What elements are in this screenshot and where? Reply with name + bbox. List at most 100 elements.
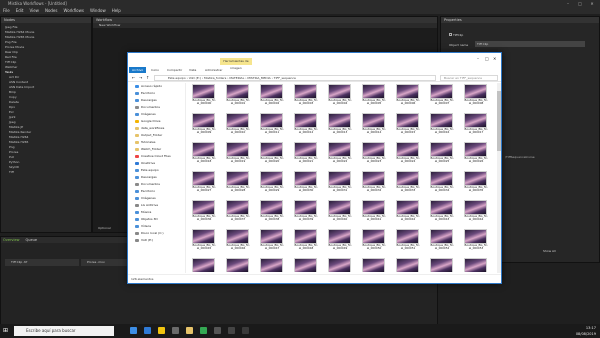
- menu-item-window[interactable]: Window: [90, 7, 106, 14]
- menu-item-help[interactable]: Help: [112, 7, 121, 14]
- file-thumbnail[interactable]: Boutique_BG_fin al_000021: [290, 142, 322, 168]
- file-thumbnail[interactable]: Boutique_BG_fin al_000044: [460, 200, 492, 226]
- app-icon[interactable]: [214, 327, 221, 334]
- file-thumbnail[interactable]: Boutique_BG_fin al_000041: [358, 200, 390, 226]
- nav-item[interactable]: Acceso rápido: [128, 83, 185, 90]
- forward-arrow-icon[interactable]: →: [139, 75, 142, 80]
- clock[interactable]: 13:17 08/08/2019: [566, 325, 596, 337]
- ribbon-tab-inicio[interactable]: Inicio: [148, 67, 162, 73]
- store-icon[interactable]: [172, 327, 179, 334]
- file-thumbnail[interactable]: Boutique_BG_fin al_000038: [256, 200, 288, 226]
- file-thumbnail[interactable]: Boutique_BG_fin al_000046: [222, 229, 254, 255]
- nav-item[interactable]: Google Drive: [128, 118, 185, 125]
- nav-item[interactable]: Watch_Folder: [128, 146, 185, 153]
- ribbon-tab-compartir[interactable]: Compartir: [164, 67, 185, 73]
- file-thumbnail[interactable]: Boutique_BG_final_000056: [256, 258, 288, 272]
- explorer-search-input[interactable]: Buscar en TIFF_sequence: [440, 75, 498, 81]
- file-thumbnail[interactable]: Boutique_BG_fin al_000000: [188, 84, 220, 110]
- file-thumbnail[interactable]: Boutique_BG_fin al_000027: [188, 171, 220, 197]
- nav-item[interactable]: LG AirDrive: [128, 202, 185, 209]
- back-arrow-icon[interactable]: ←: [132, 75, 135, 80]
- tiffclip-checkbox[interactable]: TiffClip: [449, 33, 463, 37]
- nav-item[interactable]: Imágenes: [128, 195, 185, 202]
- file-thumbnail[interactable]: Boutique_BG_fin al_000007: [426, 84, 458, 110]
- file-thumbnail[interactable]: Boutique_BG_fin al_000043: [426, 200, 458, 226]
- file-thumbnail[interactable]: Boutique_BG_final_000062: [460, 258, 492, 272]
- explorer-minimize-icon[interactable]: –: [477, 56, 479, 61]
- file-thumbnail[interactable]: Boutique_BG_fin al_000018: [188, 142, 220, 168]
- maximize-icon[interactable]: □: [575, 0, 585, 7]
- file-thumbnail[interactable]: Boutique_BG_fin al_000051: [392, 229, 424, 255]
- minimize-icon[interactable]: –: [563, 0, 573, 7]
- file-thumbnail[interactable]: Boutique_BG_final_000061: [426, 258, 458, 272]
- file-thumbnail[interactable]: Boutique_BG_fin al_000015: [392, 113, 424, 139]
- file-thumbnail[interactable]: Boutique_BG_fin al_000028: [222, 171, 254, 197]
- file-thumbnail[interactable]: Boutique_BG_fin al_000004: [324, 84, 356, 110]
- folder-icon[interactable]: [158, 327, 165, 334]
- explorer-taskbar-icon[interactable]: [186, 327, 193, 334]
- file-thumbnail[interactable]: Boutique_BG_fin al_000040: [324, 200, 356, 226]
- nav-item[interactable]: OneDrive: [128, 160, 185, 167]
- close-icon[interactable]: ✕: [587, 0, 597, 7]
- nav-item[interactable]: Imágenes: [128, 111, 185, 118]
- file-thumbnail[interactable]: Boutique_BG_fin al_000049: [324, 229, 356, 255]
- file-thumbnail[interactable]: Boutique_BG_fin al_000020: [256, 142, 288, 168]
- menu-item-view[interactable]: View: [29, 7, 39, 14]
- nav-item[interactable]: Música: [128, 209, 185, 216]
- menu-item-edit[interactable]: Edit: [16, 7, 24, 14]
- nav-item[interactable]: Creative Cloud Files: [128, 153, 185, 160]
- file-thumbnail[interactable]: Boutique_BG_fin al_000013: [324, 113, 356, 139]
- file-thumbnail[interactable]: Boutique_BG_fin al_000033: [392, 171, 424, 197]
- file-thumbnail[interactable]: Boutique_BG_fin al_000012: [290, 113, 322, 139]
- nav-item[interactable]: Descargas: [128, 97, 185, 104]
- menu-item-workflows[interactable]: Workflows: [63, 7, 83, 14]
- chrome-icon[interactable]: [200, 327, 207, 334]
- file-thumbnail[interactable]: Boutique_BG_fin al_000042: [392, 200, 424, 226]
- file-thumbnail[interactable]: Boutique_BG_fin al_000022: [324, 142, 356, 168]
- file-thumbnail[interactable]: Boutique_BG_fin al_000052: [426, 229, 458, 255]
- node-tiff-clip[interactable]: Tiff Clip .tif: [5, 259, 79, 266]
- nav-item[interactable]: Tutoriales: [128, 139, 185, 146]
- file-thumbnail[interactable]: Boutique_BG_fin al_000017: [460, 113, 492, 139]
- tab-overview[interactable]: Overview: [3, 237, 19, 243]
- nav-item[interactable]: Escritorio: [128, 90, 185, 97]
- file-thumbnail[interactable]: Boutique_BG_fin al_000016: [426, 113, 458, 139]
- nav-item[interactable]: Output_Folder: [128, 132, 185, 139]
- workflow-subtab[interactable]: New Workflow: [93, 23, 437, 28]
- nav-item[interactable]: Objetos 3D: [128, 216, 185, 223]
- node-prores[interactable]: Prores .mov: [81, 259, 131, 266]
- file-thumbnail[interactable]: Boutique_BG_fin al_000019: [222, 142, 254, 168]
- file-thumbnail[interactable]: Boutique_BG_final_000058: [324, 258, 356, 272]
- up-arrow-icon[interactable]: ↑: [146, 75, 149, 80]
- file-thumbnail[interactable]: Boutique_BG_fin al_000035: [460, 171, 492, 197]
- task-view-icon[interactable]: [130, 327, 137, 334]
- file-thumbnail[interactable]: Boutique_BG_fin al_000006: [392, 84, 424, 110]
- file-thumbnail[interactable]: Boutique_BG_fin al_000014: [358, 113, 390, 139]
- file-thumbnail[interactable]: Boutique_BG_fin al_000024: [392, 142, 424, 168]
- file-thumbnail[interactable]: Boutique_BG_fin al_000023: [358, 142, 390, 168]
- vertical-scrollbar[interactable]: [497, 83, 501, 273]
- menu-item-nodes[interactable]: Nodes: [45, 7, 58, 14]
- file-thumbnail[interactable]: Boutique_BG_fin al_000034: [426, 171, 458, 197]
- address-bar[interactable]: Este equipo › VoD (E:) › Mistika_folders…: [154, 75, 436, 81]
- mistika-icon[interactable]: [228, 327, 235, 334]
- nav-item[interactable]: Disco local (C:): [128, 230, 185, 237]
- file-thumbnail[interactable]: Boutique_BG_fin al_000047: [256, 229, 288, 255]
- object-name-field[interactable]: Tiff Clip: [475, 41, 585, 47]
- nav-item[interactable]: data_workflows: [128, 125, 185, 132]
- file-thumbnail[interactable]: Boutique_BG_fin al_000029: [256, 171, 288, 197]
- file-thumbnail[interactable]: Boutique_BG_fin al_000025: [426, 142, 458, 168]
- ribbon-tab-vista[interactable]: Vista: [186, 67, 199, 73]
- edge-icon[interactable]: [144, 327, 151, 334]
- file-thumbnail[interactable]: Boutique_BG_final_000060: [392, 258, 424, 272]
- scroll-thumb[interactable]: [497, 91, 501, 151]
- file-thumbnail[interactable]: Boutique_BG_fin al_000008: [460, 84, 492, 110]
- file-thumbnail[interactable]: Boutique_BG_final_000059: [358, 258, 390, 272]
- windows-start-icon[interactable]: ⊞: [3, 327, 8, 334]
- nav-item[interactable]: Documentos: [128, 181, 185, 188]
- explorer-maximize-icon[interactable]: □: [485, 56, 489, 61]
- file-thumbnail[interactable]: Boutique_BG_fin al_000037: [222, 200, 254, 226]
- nav-item[interactable]: Vídeos: [128, 223, 185, 230]
- file-thumbnail[interactable]: Boutique_BG_fin al_000011: [256, 113, 288, 139]
- file-thumbnail[interactable]: Boutique_BG_fin al_000032: [358, 171, 390, 197]
